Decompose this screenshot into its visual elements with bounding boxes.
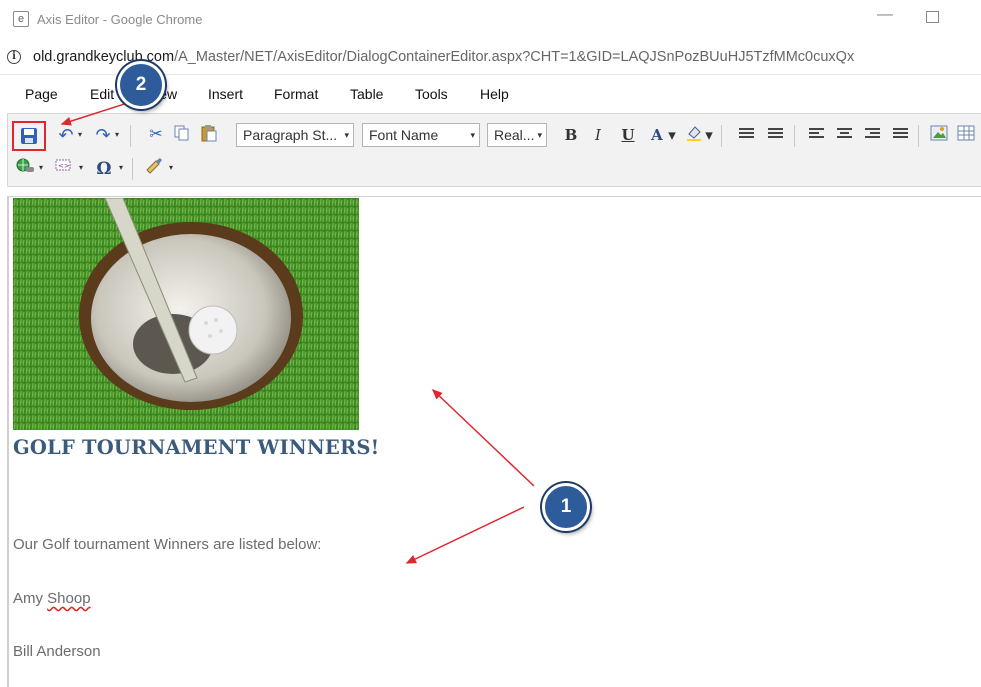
svg-text:<>: <> [58,162,70,170]
insert-media-icon[interactable]: <> [53,157,75,179]
menu-format[interactable]: Format [274,86,318,102]
font-name-select[interactable]: Font Name ▾ [362,123,480,147]
menu-page[interactable]: Page [25,86,58,102]
font-size-select[interactable]: Real... ▾ [487,123,547,147]
hyperlink-icon[interactable] [14,157,36,179]
chevron-down-icon: ▾ [344,130,349,140]
highlight-dropdown[interactable]: ▾ [703,123,715,147]
insert-media-dropdown[interactable]: ▾ [75,157,87,179]
app-icon: e [13,11,29,27]
save-button[interactable] [12,121,46,151]
toolbar-separator [130,125,131,147]
special-character-icon[interactable]: Ω [93,158,115,180]
paste-icon[interactable] [198,124,220,146]
maximize-button[interactable] [926,11,939,23]
copy-icon[interactable] [171,124,193,146]
font-size-value: Real... [494,127,535,143]
toolbar-separator [721,125,722,147]
align-right-icon[interactable] [865,128,880,140]
intro-text: Our Golf tournament Winners are listed b… [13,536,322,553]
winner-name: Amy Shoop [13,590,91,607]
align-center-icon[interactable] [837,128,852,140]
toolbar-separator [132,158,133,180]
window-title: Axis Editor - Google Chrome [37,12,203,27]
url-host: old.grandkeyclub.com [33,49,175,65]
font-color-button[interactable]: A [646,123,668,147]
font-color-dropdown[interactable]: ▾ [666,123,678,147]
undo-dropdown[interactable]: ▾ [74,124,86,146]
cut-icon[interactable]: ✂ [145,124,167,146]
font-name-value: Font Name [369,127,439,143]
menu-table[interactable]: Table [350,86,383,102]
menu-help[interactable]: Help [480,86,509,102]
insert-image-icon[interactable] [928,124,950,146]
align-left-icon[interactable] [809,128,824,140]
chevron-down-icon: ▾ [537,130,542,140]
underline-button[interactable]: U [617,123,639,147]
callout-1: 1 [542,483,590,531]
justify-icon[interactable] [893,128,908,140]
unordered-list-icon[interactable] [768,128,783,140]
url-text[interactable]: old.grandkeyclub.com/A_Master/NET/AxisEd… [33,49,854,65]
redo-dropdown[interactable]: ▾ [111,124,123,146]
format-painter-icon[interactable] [143,157,165,179]
bold-button[interactable]: B [560,123,582,147]
ordered-list-icon[interactable] [739,128,754,140]
winner-last-name: Shoop [47,590,91,607]
paragraph-style-value: Paragraph St... [243,127,338,143]
page-heading: GOLF TOURNAMENT WINNERS! [13,436,380,459]
special-character-dropdown[interactable]: ▾ [115,157,127,179]
toolbar-separator [918,125,919,147]
paragraph-style-select[interactable]: Paragraph St... ▾ [236,123,354,147]
menu-insert[interactable]: Insert [208,86,243,102]
editor-toolbar: ↶ ▾ ↷ ▾ ✂ Paragraph St... ▾ Font Name ▾ … [7,113,981,187]
format-painter-dropdown[interactable]: ▾ [165,157,177,179]
hyperlink-dropdown[interactable]: ▾ [35,157,47,179]
winner-first-name: Amy [13,590,43,607]
chevron-down-icon: ▾ [470,130,475,140]
highlight-color-icon[interactable] [683,124,705,146]
winner-name: Bill Anderson [13,643,101,660]
menu-tools[interactable]: Tools [415,86,448,102]
insert-table-icon[interactable] [955,124,977,146]
info-icon[interactable]: i [7,50,21,64]
golf-hole-image [13,198,359,430]
minimize-button[interactable]: — [870,6,900,34]
save-icon [21,128,37,144]
callout-2: 2 [117,61,165,109]
window-title-bar: e Axis Editor - Google Chrome — [0,0,981,42]
url-path: /A_Master/NET/AxisEditor/DialogContainer… [174,49,855,65]
toolbar-separator [794,125,795,147]
menu-edit[interactable]: Edit [90,86,114,102]
italic-button[interactable]: I [587,123,609,147]
